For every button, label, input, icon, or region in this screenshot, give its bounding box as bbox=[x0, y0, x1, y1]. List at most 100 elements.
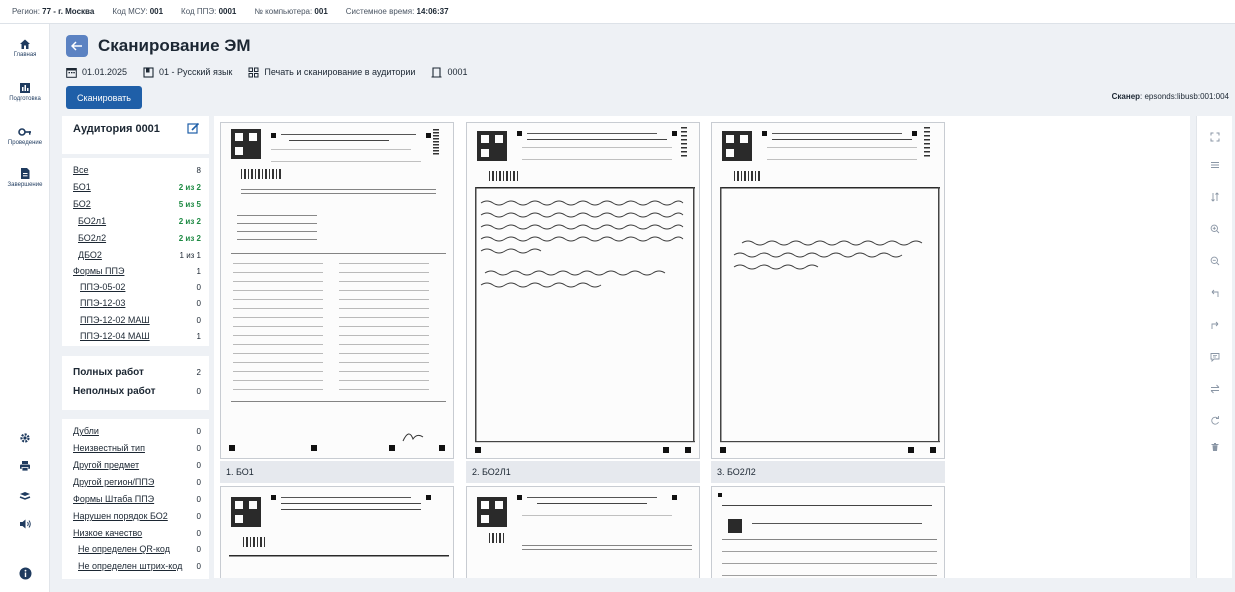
answer-sheet-image bbox=[477, 495, 692, 550]
nav-conduct[interactable]: Проведение bbox=[0, 126, 50, 146]
list-item[interactable]: Нарушен порядок БО2 0 bbox=[73, 509, 201, 523]
edit-auditorium-button[interactable] bbox=[187, 122, 200, 140]
delete-button[interactable] bbox=[1197, 438, 1233, 456]
scanner-label: Сканер bbox=[1111, 92, 1141, 101]
eject-button[interactable] bbox=[0, 490, 50, 502]
list-item[interactable]: Не определен штрих-код 0 bbox=[78, 559, 201, 573]
gear-icon bbox=[20, 433, 30, 443]
document-icon bbox=[21, 168, 30, 179]
exam-subject: 01 - Русский язык bbox=[143, 66, 233, 78]
fullscreen-button[interactable] bbox=[1197, 128, 1233, 146]
exam-mode-value: Печать и сканирование в аудитории bbox=[264, 67, 416, 77]
document-thumbnail[interactable] bbox=[711, 122, 945, 459]
list-item[interactable]: Дубли 0 bbox=[73, 424, 201, 438]
comment-icon bbox=[1210, 353, 1220, 362]
list-view-button[interactable] bbox=[1197, 156, 1233, 174]
exam-date: 01.01.2025 bbox=[66, 67, 127, 78]
list-item[interactable]: Формы ППЭ 1 bbox=[73, 264, 201, 278]
exam-subject-value: 01 - Русский язык bbox=[159, 67, 233, 77]
rotate-left-button[interactable] bbox=[1197, 284, 1233, 302]
swap-icon bbox=[1210, 384, 1220, 394]
sort-icon bbox=[1211, 192, 1219, 202]
document-thumbnail[interactable] bbox=[466, 486, 700, 578]
exam-room-value: 0001 bbox=[447, 67, 468, 77]
nav-finish[interactable]: Завершение bbox=[0, 167, 50, 188]
exam-room: 0001 bbox=[431, 66, 468, 78]
page-title: Сканирование ЭМ bbox=[98, 36, 251, 55]
calendar-icon bbox=[66, 67, 77, 78]
auditorium-panel: Аудитория 0001 bbox=[62, 116, 209, 154]
list-item[interactable]: ППЭ-12-02 МАШ 0 bbox=[80, 313, 201, 327]
status-bar: Регион: 77 - г. Москва Код МСУ: 001 Код … bbox=[0, 0, 1235, 24]
list-item[interactable]: Другой предмет 0 bbox=[73, 458, 201, 472]
list-item[interactable]: ППЭ-05-02 0 bbox=[80, 280, 201, 294]
document-thumbnail[interactable] bbox=[220, 122, 454, 459]
answer-sheet-image bbox=[229, 495, 449, 557]
door-icon bbox=[431, 66, 442, 77]
full-works-row: Полных работ 2 bbox=[73, 366, 201, 378]
info-button[interactable] bbox=[0, 567, 50, 580]
form-types-list: Все 8 БО1 2 из 2 БО2 5 из 5 БО2л1 2 из 2 БО2… bbox=[62, 158, 209, 346]
document-thumbnail[interactable] bbox=[220, 486, 454, 578]
key-icon bbox=[18, 128, 31, 136]
sound-button[interactable] bbox=[0, 518, 50, 530]
nav-prep-label: Подготовка bbox=[9, 96, 41, 102]
printer-icon bbox=[20, 461, 30, 472]
list-item[interactable]: Формы Штаба ППЭ 0 bbox=[73, 492, 201, 506]
exam-date-value: 01.01.2025 bbox=[82, 67, 128, 77]
nav-finish-label: Завершение bbox=[7, 182, 43, 188]
partial-works-row: Неполных работ 0 bbox=[73, 385, 201, 397]
list-item[interactable]: БО1 2 из 2 bbox=[73, 180, 201, 194]
back-button[interactable] bbox=[66, 35, 88, 57]
rotate-left-icon bbox=[1211, 289, 1219, 297]
zoom-in-icon bbox=[1210, 224, 1220, 234]
settings-button[interactable] bbox=[0, 432, 50, 444]
viewer-toolbar bbox=[1196, 116, 1232, 578]
home-icon bbox=[20, 39, 30, 49]
answer-sheet-image bbox=[720, 127, 940, 453]
document-caption: 2. БО2Л1 bbox=[466, 461, 700, 483]
nav-prep[interactable]: Подготовка bbox=[0, 82, 50, 102]
list-item[interactable]: ППЭ-12-04 МАШ 1 bbox=[80, 329, 201, 343]
refresh-icon bbox=[1211, 416, 1219, 425]
list-item[interactable]: Неизвестный тип 0 bbox=[73, 441, 201, 455]
list-item[interactable]: Низкое качество 0 bbox=[73, 526, 201, 540]
status-msu: Код МСУ: 001 bbox=[112, 7, 164, 16]
list-item[interactable]: Все 8 bbox=[73, 163, 201, 177]
document-thumbnail[interactable] bbox=[466, 122, 700, 459]
list-item[interactable]: ППЭ-12-03 0 bbox=[80, 296, 201, 310]
list-item[interactable]: Другой регион/ППЭ 0 bbox=[73, 475, 201, 489]
status-time: Системное время: 14:06:37 bbox=[345, 7, 449, 16]
exam-mode: Печать и сканирование в аудитории bbox=[248, 67, 415, 78]
list-item[interactable]: Не определен QR-код 0 bbox=[78, 542, 201, 556]
rescan-button[interactable] bbox=[1197, 412, 1233, 430]
exam-info-row: 01.01.2025 01 - Русский язык Печать и ск… bbox=[66, 65, 484, 79]
zoom-out-button[interactable] bbox=[1197, 252, 1233, 270]
document-caption: 1. БО1 bbox=[220, 461, 454, 483]
scanned-documents-area: 1. БО1 2. БО2Л1 3. БО2Л2 bbox=[214, 116, 1190, 578]
scan-button[interactable]: Сканировать bbox=[66, 86, 142, 109]
sort-button[interactable] bbox=[1197, 188, 1233, 206]
auditorium-title: Аудитория 0001 bbox=[73, 123, 160, 135]
comment-button[interactable] bbox=[1197, 348, 1233, 366]
swap-button[interactable] bbox=[1197, 380, 1233, 398]
status-pc: № компьютера: 001 bbox=[254, 7, 328, 16]
book-icon bbox=[143, 66, 154, 78]
rotate-right-button[interactable] bbox=[1197, 316, 1233, 334]
nav-home[interactable]: Главная bbox=[0, 38, 50, 58]
answer-sheet-image bbox=[229, 129, 446, 451]
left-nav: Главная Подготовка Проведение Завершение bbox=[0, 24, 50, 592]
zoom-in-button[interactable] bbox=[1197, 220, 1233, 238]
fullscreen-icon bbox=[1210, 132, 1220, 142]
document-thumbnail[interactable] bbox=[711, 486, 945, 578]
list-item[interactable]: БО2 5 из 5 bbox=[73, 197, 201, 211]
status-region: Регион: 77 - г. Москва bbox=[12, 7, 95, 16]
trash-icon bbox=[1211, 443, 1219, 451]
scanner-value: epsonds:libusb:001:004 bbox=[1144, 92, 1229, 101]
list-item[interactable]: БО2л1 2 из 2 bbox=[78, 214, 201, 228]
rotate-right-icon bbox=[1211, 321, 1219, 329]
print-button[interactable] bbox=[0, 460, 50, 472]
list-item[interactable]: ДБО2 1 из 1 bbox=[78, 248, 201, 262]
info-icon bbox=[19, 567, 31, 580]
list-item[interactable]: БО2л2 2 из 2 bbox=[78, 231, 201, 245]
